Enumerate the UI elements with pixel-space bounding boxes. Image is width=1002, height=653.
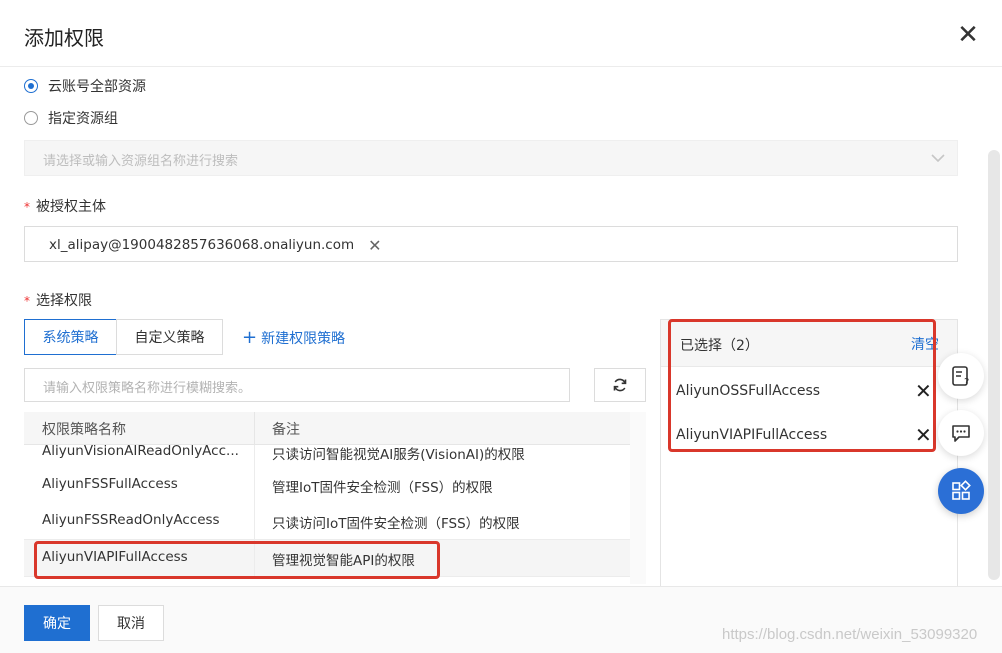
column-divider: [254, 467, 255, 503]
svg-text:?: ?: [964, 377, 969, 387]
column-divider: [254, 540, 255, 576]
scope-option-group[interactable]: 指定资源组: [24, 108, 118, 128]
refresh-icon: [613, 378, 627, 392]
table-scrollbar[interactable]: [630, 412, 646, 584]
refresh-button[interactable]: [594, 368, 646, 402]
new-policy-label: 新建权限策略: [261, 331, 346, 347]
column-header-note: 备注: [272, 422, 300, 438]
table-header: 权限策略名称 备注: [24, 412, 630, 445]
radio-checked-icon[interactable]: [24, 79, 38, 93]
principal-tag: xl_alipay@1900482857636068.onaliyun.com …: [49, 233, 382, 257]
policy-search-input[interactable]: 请输入权限策略名称进行模糊搜索。: [24, 368, 570, 402]
column-divider: [254, 412, 255, 444]
radio-unchecked-icon[interactable]: [24, 111, 38, 125]
resource-group-placeholder: 请选择或输入资源组名称进行搜索: [43, 154, 239, 169]
selected-title: 已选择（2）: [680, 338, 759, 354]
remove-icon[interactable]: ✕: [915, 423, 932, 447]
apps-button[interactable]: [938, 468, 984, 514]
feedback-icon: ?: [952, 366, 969, 387]
policy-note: 只读访问IoT固件安全检测（FSS）的权限: [272, 516, 520, 532]
policy-name: AliyunFSSReadOnlyAccess: [42, 512, 220, 528]
permissions-label-text: 选择权限: [36, 293, 92, 309]
principal-field[interactable]: xl_alipay@1900482857636068.onaliyun.com …: [24, 226, 958, 262]
chat-button[interactable]: [938, 410, 984, 456]
policy-name: AliyunVIAPIFullAccess: [42, 549, 188, 565]
column-divider: [254, 503, 255, 539]
selected-panel: 已选择（2） 清空 AliyunOSSFullAccess ✕ AliyunVI…: [660, 319, 958, 589]
dialog-scrollbar[interactable]: [988, 150, 1000, 580]
selected-item: AliyunVIAPIFullAccess ✕: [661, 416, 957, 456]
column-header-name: 权限策略名称: [42, 422, 126, 438]
close-icon[interactable]: ✕: [953, 20, 983, 50]
resource-group-select: 请选择或输入资源组名称进行搜索: [24, 140, 958, 176]
required-star: *: [24, 200, 30, 214]
table-row[interactable]: AliyunFSSFullAccess 管理IoT固件安全检测（FSS）的权限: [24, 467, 630, 504]
footer-divider: [0, 586, 1002, 587]
policy-search-placeholder: 请输入权限策略名称进行模糊搜索。: [43, 381, 252, 396]
plus-icon: +: [242, 327, 258, 348]
policy-table: AliyunVisionAIReadOnlyAcc... 只读访问智能视觉AI服…: [24, 412, 630, 584]
selected-header: 已选择（2） 清空: [661, 320, 957, 367]
confirm-button[interactable]: 确定: [24, 605, 90, 641]
header-divider: [0, 66, 1002, 67]
tab-system-policy[interactable]: 系统策略: [24, 319, 117, 355]
tab-custom-policy[interactable]: 自定义策略: [116, 319, 223, 355]
table-row[interactable]: AliyunFSSReadOnlyAccess 只读访问IoT固件安全检测（FS…: [24, 503, 630, 540]
watermark-text: https://blog.csdn.net/weixin_53099320: [722, 626, 978, 643]
principal-tag-text: xl_alipay@1900482857636068.onaliyun.com: [49, 237, 355, 253]
policy-note: 管理视觉智能API的权限: [272, 553, 415, 569]
feedback-button[interactable]: ?: [938, 353, 984, 399]
new-policy-link[interactable]: + 新建权限策略: [242, 328, 345, 348]
required-star: *: [24, 294, 30, 308]
policy-name: AliyunVisionAIReadOnlyAcc...: [42, 443, 239, 459]
tag-close-icon[interactable]: ✕: [368, 236, 381, 255]
scope-option-all-label: 云账号全部资源: [48, 79, 146, 95]
policy-note: 管理IoT固件安全检测（FSS）的权限: [272, 480, 493, 496]
policy-name: AliyunFSSFullAccess: [42, 476, 178, 492]
policy-note: 只读访问智能视觉AI服务(VisionAI)的权限: [272, 447, 525, 463]
table-row[interactable]: AliyunVIAPIFullAccess 管理视觉智能API的权限: [24, 540, 630, 577]
scope-option-all[interactable]: 云账号全部资源: [24, 76, 146, 96]
selected-item-name: AliyunVIAPIFullAccess: [676, 427, 828, 443]
principal-label: * 被授权主体: [24, 196, 106, 216]
selected-item: AliyunOSSFullAccess ✕: [661, 372, 957, 412]
remove-icon[interactable]: ✕: [915, 379, 932, 403]
selected-item-name: AliyunOSSFullAccess: [676, 383, 821, 399]
permissions-label: * 选择权限: [24, 290, 92, 310]
cancel-button[interactable]: 取消: [98, 605, 164, 641]
chevron-down-icon: [931, 154, 945, 163]
chat-icon: [952, 425, 970, 442]
dialog-title: 添加权限: [24, 26, 104, 50]
clear-link[interactable]: 清空: [911, 334, 939, 354]
principal-label-text: 被授权主体: [36, 199, 106, 215]
apps-icon: [952, 480, 971, 500]
scope-option-group-label: 指定资源组: [48, 111, 118, 127]
